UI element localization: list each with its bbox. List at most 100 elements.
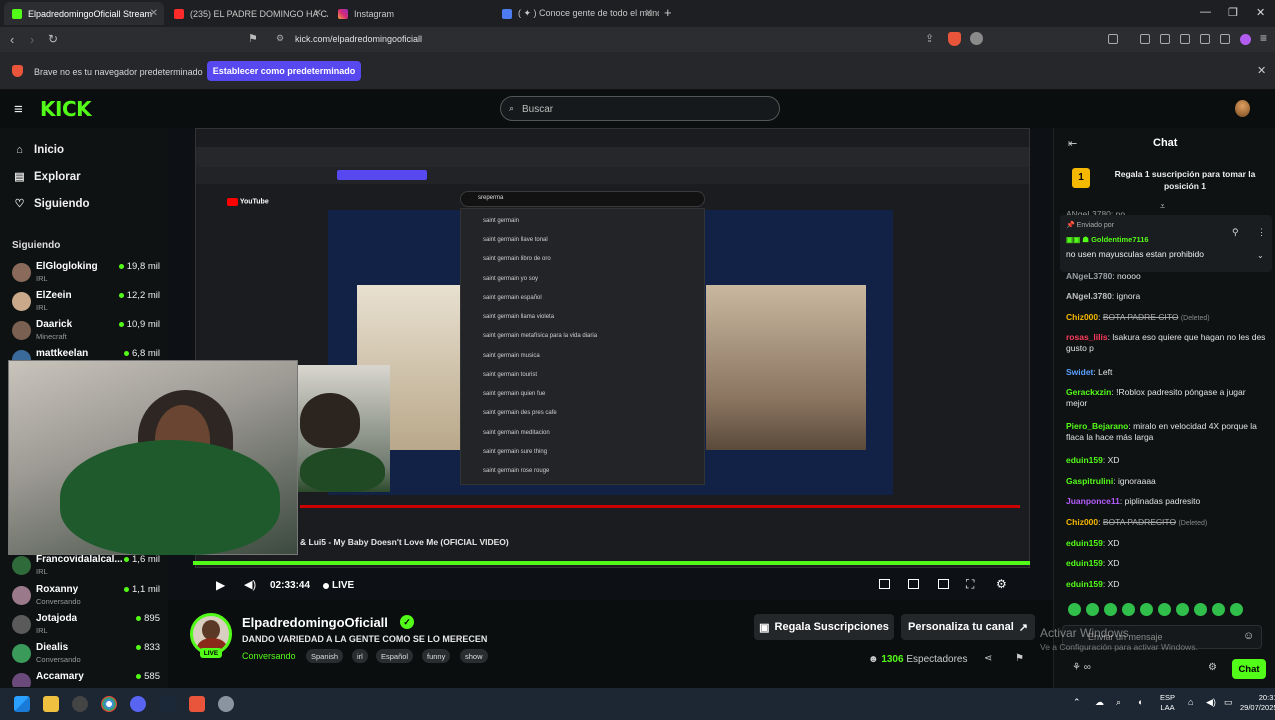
set-default-button[interactable]: Establecer como predeterminado <box>207 61 361 81</box>
emote-icon[interactable] <box>1086 603 1099 616</box>
chat-settings-icon[interactable]: ⚙ <box>1208 662 1217 673</box>
share-icon[interactable]: ⇪ <box>925 32 934 45</box>
chevron-down-icon[interactable]: ⌄ <box>1257 251 1264 260</box>
vpn-icon[interactable] <box>1220 34 1230 44</box>
nav-explorar[interactable]: ▤ Explorar <box>13 170 80 184</box>
emote-icon[interactable] <box>1212 603 1225 616</box>
play-icon[interactable]: ▶ <box>216 578 225 592</box>
forward-icon[interactable]: › <box>30 32 34 47</box>
user-avatar[interactable] <box>1235 100 1250 117</box>
volume-tray-icon[interactable]: ◀) <box>1206 697 1216 708</box>
reading-list-icon[interactable] <box>1160 34 1170 44</box>
hamburger-menu-icon[interactable]: ≡ <box>14 101 23 118</box>
tab-instagram[interactable]: Instagram <box>330 2 492 25</box>
following-item[interactable]: Jotajoda IRL 895 <box>12 613 162 639</box>
tray-chevron-icon[interactable]: ⌃ <box>1073 697 1081 708</box>
close-window-icon[interactable]: ✕ <box>1256 6 1265 19</box>
brave-shields-icon[interactable] <box>948 32 961 46</box>
channel-name[interactable]: ElpadredomingoOficiall <box>242 615 388 630</box>
collapse-chat-icon[interactable]: ⇤ <box>1068 137 1077 150</box>
back-icon[interactable]: ‹ <box>10 32 14 47</box>
share-icon[interactable]: ⋖ <box>984 653 992 664</box>
following-item[interactable]: mattkeelan 6,8 mil <box>12 348 162 360</box>
send-chat-button[interactable]: Chat <box>1232 659 1266 679</box>
close-tab-icon[interactable]: ✕ <box>645 8 653 19</box>
stream-tag[interactable]: funny <box>422 649 451 663</box>
customize-channel-button[interactable]: Personaliza tu canal ↗ <box>901 614 1035 640</box>
discord-icon[interactable] <box>130 696 146 712</box>
file-explorer-icon[interactable] <box>43 696 59 712</box>
brave-rewards-icon[interactable] <box>970 32 983 45</box>
nav-siguiendo[interactable]: ♡ Siguiendo <box>13 197 90 211</box>
maximize-icon[interactable]: ❐ <box>1228 6 1238 19</box>
network-icon[interactable]: ⌂ <box>1188 697 1193 707</box>
following-item[interactable]: Daarick Minecraft 10,9 mil <box>12 319 162 345</box>
url-field[interactable]: kick.com/elpadredomingooficiall <box>295 34 422 44</box>
nav-inicio[interactable]: ⌂ Inicio <box>13 144 64 156</box>
obs-icon[interactable] <box>72 696 88 712</box>
fullscreen-icon[interactable]: ⛶ <box>966 577 974 592</box>
pip-icon[interactable] <box>879 579 890 589</box>
system-clock[interactable]: 20:3129/07/2025 <box>1240 693 1275 713</box>
emoji-picker-icon[interactable]: ☺ <box>1243 630 1254 642</box>
extensions-icon[interactable] <box>1200 34 1210 44</box>
gift-leaderboard[interactable]: 1 Regala 1 suscripción para tomar la pos… <box>1070 166 1262 196</box>
stream-tag[interactable]: Spanish <box>306 649 344 663</box>
more-options-icon[interactable]: ⋮ <box>1257 227 1266 238</box>
settings-icon[interactable]: ⚙ <box>996 577 1007 591</box>
reload-icon[interactable]: ↻ <box>48 32 58 46</box>
following-item[interactable]: Accamary 585 <box>12 671 162 687</box>
settings-taskbar-icon[interactable] <box>218 696 234 712</box>
emote-icon[interactable] <box>1230 603 1243 616</box>
tray-app-icon[interactable]: ☁ <box>1095 697 1104 708</box>
following-item[interactable]: ElZeein IRL 12,2 mil <box>12 290 162 316</box>
stream-tag[interactable]: show <box>460 649 488 663</box>
emote-icon[interactable] <box>1158 603 1171 616</box>
brave-taskbar-icon[interactable] <box>189 696 205 712</box>
emote-icon[interactable] <box>1194 603 1207 616</box>
pin-icon[interactable]: ⚲ <box>1232 227 1239 238</box>
emote-icon[interactable] <box>1122 603 1135 616</box>
language-indicator[interactable]: ESP LAA <box>1160 693 1175 713</box>
following-item[interactable]: Francovidalalcal... IRL 1,6 mil <box>12 554 162 580</box>
windows-start-icon[interactable] <box>14 696 30 712</box>
report-icon[interactable]: ⚑ <box>1015 653 1024 664</box>
minimize-icon[interactable]: — <box>1200 6 1211 18</box>
following-item[interactable]: ElGlogloking IRL 19,8 mil <box>12 261 162 287</box>
tab-youtube[interactable]: (235) EL PADRE DOMINGO HA CAM ✕ <box>166 2 328 25</box>
tab-conoce-gente[interactable]: ( ✦ ) Conoce gente de todo el mund ✕ <box>494 2 659 25</box>
close-tab-icon[interactable]: ✕ <box>314 8 322 19</box>
tab-kick-stream[interactable]: ElpadredomingoOficiall Stream ✕ <box>4 2 164 25</box>
gift-subs-button[interactable]: ▣ Regala Suscripciones <box>754 614 894 640</box>
clip-icon[interactable] <box>938 579 949 589</box>
stream-tag[interactable]: irl <box>352 649 368 663</box>
emote-icon[interactable] <box>1176 603 1189 616</box>
leo-ai-icon[interactable] <box>1240 34 1251 45</box>
media-icon[interactable] <box>1140 34 1150 44</box>
tray-app-icon[interactable]: ⌕ <box>1116 697 1121 708</box>
new-tab-icon[interactable]: + <box>664 5 672 20</box>
battery-icon[interactable]: ▭ <box>1224 697 1233 708</box>
stream-tag[interactable]: Español <box>376 649 414 663</box>
emote-icon[interactable] <box>1104 603 1117 616</box>
points-icon[interactable]: ⚘ ∞ <box>1072 662 1091 673</box>
stream-progress-bar[interactable] <box>193 561 1030 565</box>
site-info-icon[interactable]: ⚙ <box>276 33 284 44</box>
theater-mode-icon[interactable] <box>908 579 919 589</box>
kick-logo[interactable]: KICK <box>40 97 92 121</box>
volume-icon[interactable]: ◀) <box>244 578 256 591</box>
bookmark-icon[interactable]: ⚑ <box>248 32 258 45</box>
following-item[interactable]: Diealis Conversando 833 <box>12 642 162 668</box>
following-item[interactable]: Roxanny Conversando 1,1 mil <box>12 584 162 610</box>
stream-category[interactable]: Conversando <box>242 651 296 661</box>
steam-icon[interactable] <box>160 696 176 712</box>
tray-app-icon[interactable]: ◐ <box>1138 697 1143 707</box>
sidebar-toggle-icon[interactable] <box>1108 34 1118 44</box>
emote-icon[interactable] <box>1068 603 1081 616</box>
emote-icon[interactable] <box>1140 603 1153 616</box>
wallet-icon[interactable] <box>1180 34 1190 44</box>
chrome-icon[interactable] <box>101 696 117 712</box>
close-tab-icon[interactable]: ✕ <box>150 8 158 19</box>
menu-icon[interactable]: ≡ <box>1260 31 1267 45</box>
close-infobar-icon[interactable]: ✕ <box>1257 64 1266 77</box>
